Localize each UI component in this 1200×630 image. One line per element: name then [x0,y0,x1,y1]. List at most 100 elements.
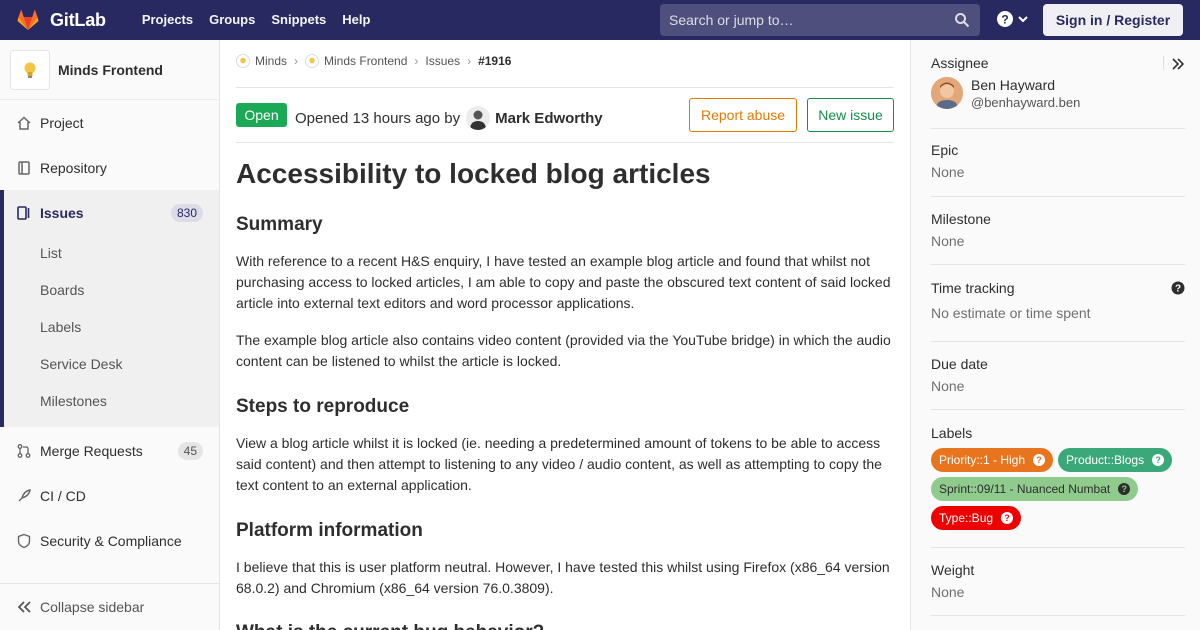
label-help-icon: ? [1118,483,1131,495]
label-text: Product::Blogs [1066,453,1145,467]
label-sprint[interactable]: Sprint::09/11 - Nuanced Numbat? [931,477,1139,501]
nav-groups[interactable]: Groups [201,0,263,40]
author-name[interactable]: Mark Edworthy [495,110,603,127]
shield-icon [17,533,31,548]
issues-icon [17,205,30,220]
divider [931,341,1185,342]
breadcrumb-issues[interactable]: Issues [425,54,460,68]
search-icon [955,13,970,28]
nav-help[interactable]: Help [334,0,378,40]
nav-snippets[interactable]: Snippets [263,0,334,40]
time-tracking-block: Time tracking ? No estimate or time spen… [931,280,1185,321]
sidebar-item-issues[interactable]: Issues 830 [0,190,219,235]
status-badge: Open [236,103,287,127]
project-sidebar: Minds Frontend Project Repository Issues… [0,40,220,630]
new-issue-button[interactable]: New issue [807,98,894,132]
divider [931,264,1185,265]
label-type-bug[interactable]: Type::Bug? [931,506,1022,530]
report-abuse-button[interactable]: Report abuse [689,98,797,132]
sidebar-item-label: CI / CD [40,487,86,504]
assignee-block: Assignee Ben Hayward @benhayward.ben [931,55,1185,135]
collapse-sidebar-button[interactable]: Collapse sidebar [0,583,219,630]
issues-nav-group: Issues 830 List Boards Labels Service De… [0,190,219,427]
due-date-title: Due date [931,356,988,372]
issue-title: Accessibility to locked blog articles [236,158,711,189]
gitlab-logo[interactable]: GitLab [16,0,106,40]
sidebar-subitem-milestones[interactable]: Milestones [40,393,107,409]
sidebar-item-label: Project [40,114,84,131]
breadcrumb-issue-id[interactable]: #1916 [478,54,511,68]
group-avatar [236,54,250,68]
labels-title: Labels [931,425,973,441]
help-dropdown[interactable]: ? [996,10,1028,28]
issue-meta: Opened 13 hours ago by Mark Edworthy [295,106,603,130]
weight-title: Weight [931,562,975,578]
divider [931,128,1185,129]
question-icon: ? [997,11,1013,27]
section-heading: Summary [236,214,323,235]
nav-projects[interactable]: Projects [134,0,201,40]
breadcrumb-separator: › [414,54,419,68]
breadcrumb-separator: › [294,54,299,68]
section-heading: What is the current bug behavior? [236,622,544,630]
sidebar-item-merge-requests[interactable]: Merge Requests 45 [0,428,219,473]
gitlab-tanuki-icon [17,9,39,30]
double-chevron-left-icon [17,601,31,613]
opened-text: Opened 13 hours ago by [295,109,461,127]
divider [236,87,894,88]
milestone-block: Milestone None [931,211,1185,249]
svg-text:?: ? [1175,284,1181,295]
sidebar-subitem-service-desk[interactable]: Service Desk [40,356,122,372]
sidebar-item-project[interactable]: Project [0,100,219,145]
avatar[interactable] [931,77,963,109]
label-help-icon: ? [1152,454,1165,466]
time-tracking-title: Time tracking [931,280,1015,296]
breadcrumb: Minds › Minds Frontend › Issues › #1916 [236,54,511,68]
sidebar-item-label: Issues [40,204,84,221]
project-avatar-small [305,54,320,68]
label-priority[interactable]: Priority::1 - High? [931,448,1054,472]
divider [931,196,1185,197]
divider [236,142,894,143]
sign-in-button[interactable]: Sign in / Register [1043,4,1183,36]
issue-main: Minds › Minds Frontend › Issues › #1916 … [236,40,894,630]
sidebar-item-ci-cd[interactable]: CI / CD [0,473,219,518]
paragraph: The example blog article also contains v… [236,332,891,369]
milestone-title: Milestone [931,211,991,227]
time-tracking-value: No estimate or time spent [931,305,1091,321]
label-text: Priority::1 - High [939,453,1026,467]
assignee-handle: @benhayward.ben [971,95,1081,110]
sidebar-subitem-boards[interactable]: Boards [40,282,84,298]
sidebar-item-repository[interactable]: Repository [0,145,219,190]
book-icon [18,160,30,175]
search-box[interactable] [660,4,980,36]
issue-sidebar: Assignee Ben Hayward @benhayward.ben Epi… [910,40,1200,630]
epic-title: Epic [931,142,959,158]
label-text: Type::Bug [939,511,994,525]
merge-request-icon [17,443,31,458]
label-product[interactable]: Product::Blogs? [1058,448,1173,472]
assignee-name[interactable]: Ben Hayward [971,77,1055,93]
sidebar-item-label: Security & Compliance [40,532,182,549]
project-header[interactable]: Minds Frontend [0,40,219,100]
paragraph: With reference to a recent H&S enquiry, … [236,253,891,311]
collapse-sidebar-label: Collapse sidebar [40,599,145,615]
epic-block: Epic None [931,142,1185,180]
weight-block: Weight None [931,562,1185,600]
home-icon [17,115,31,130]
sidebar-item-security[interactable]: Security & Compliance [0,518,219,563]
paragraph: I believe that this is user platform neu… [236,559,890,596]
breadcrumb-group[interactable]: Minds [255,54,287,68]
chevron-down-icon [1018,16,1028,23]
breadcrumb-project[interactable]: Minds Frontend [324,54,407,68]
author-avatar[interactable] [466,106,491,130]
epic-value: None [931,164,965,180]
search-input[interactable] [660,12,940,28]
weight-value: None [931,584,965,600]
sidebar-subitem-list[interactable]: List [40,245,62,261]
labels-block: Labels Priority::1 - High? Product::Blogs… [931,425,1185,535]
help-icon[interactable]: ? [1171,281,1185,295]
due-date-value: None [931,378,965,394]
sidebar-subitem-labels[interactable]: Labels [40,319,81,335]
assignee-title: Assignee [931,55,989,71]
